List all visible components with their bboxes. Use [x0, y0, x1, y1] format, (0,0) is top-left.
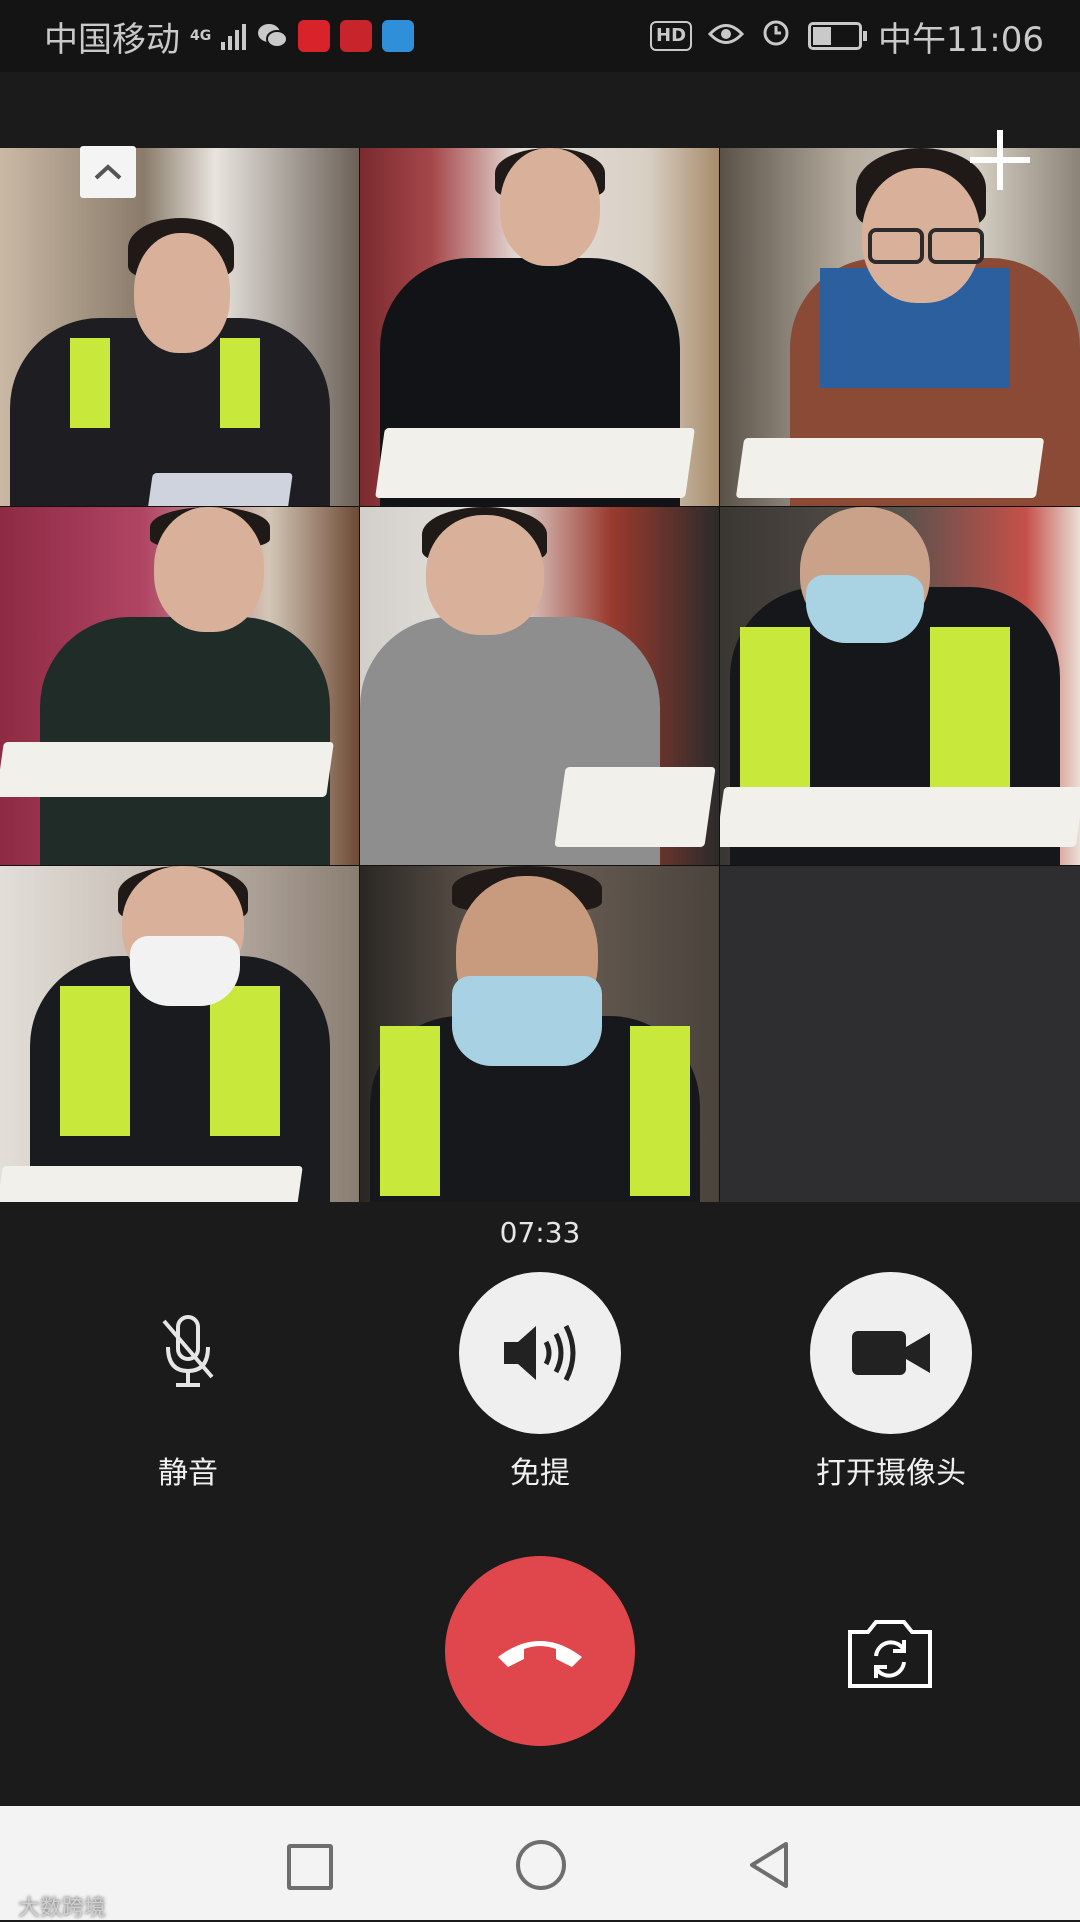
wechat-icon: [256, 20, 289, 52]
study-app-icon: [298, 20, 331, 52]
video-camera-icon: [852, 1331, 930, 1375]
network-type: 4G: [190, 27, 212, 44]
participant-video-6[interactable]: [720, 507, 1080, 865]
status-bar: 中国移动 4G HD 中午11:06: [0, 0, 1080, 72]
flip-camera-button[interactable]: [846, 1616, 934, 1690]
chevron-up-icon: [94, 164, 122, 180]
hangup-button[interactable]: [445, 1556, 635, 1746]
camera-control[interactable]: 打开摄像头: [791, 1272, 991, 1492]
switch-camera-icon: [848, 1620, 932, 1688]
speaker-control[interactable]: 免提: [440, 1272, 640, 1492]
participant-video-4[interactable]: [0, 507, 359, 865]
participant-video-3[interactable]: [720, 148, 1080, 506]
empty-video-slot: [720, 866, 1080, 1202]
add-member-button[interactable]: [968, 128, 1032, 192]
system-nav-bar: 大数跨境: [0, 1806, 1080, 1921]
phone-hangup-icon: [498, 1641, 582, 1667]
alarm-icon: [760, 16, 792, 57]
collapse-button[interactable]: [80, 146, 136, 198]
participant-video-7[interactable]: [0, 866, 359, 1202]
mute-control[interactable]: 静音: [88, 1272, 288, 1492]
news-app-icon: [340, 20, 373, 52]
eye-icon: [707, 16, 745, 56]
signal-icon: [221, 22, 247, 50]
mute-button[interactable]: [107, 1272, 269, 1434]
recent-apps-button[interactable]: [287, 1844, 333, 1890]
speaker-icon: [504, 1324, 576, 1382]
participant-video-5[interactable]: [360, 507, 719, 865]
video-grid: [0, 148, 1080, 1202]
microphone-muted-icon: [162, 1315, 214, 1387]
carrier-name: 中国移动: [44, 19, 180, 60]
participant-video-8[interactable]: [360, 866, 719, 1202]
hd-badge: HD: [650, 21, 693, 51]
participant-video-1[interactable]: [0, 148, 359, 506]
speaker-button[interactable]: [459, 1272, 621, 1434]
camera-label: 打开摄像头: [816, 1456, 966, 1491]
participant-video-2[interactable]: [360, 148, 719, 506]
speaker-label: 免提: [510, 1456, 570, 1491]
wifi-app-icon: [382, 20, 415, 52]
camera-button[interactable]: [810, 1272, 972, 1434]
mute-label: 静音: [158, 1456, 218, 1491]
battery-icon: [808, 22, 868, 50]
status-time: 中午11:06: [878, 19, 1044, 60]
watermark: 大数跨境: [18, 1896, 107, 1921]
home-button[interactable]: [516, 1840, 566, 1890]
call-timer: 07:33: [499, 1216, 581, 1249]
back-button[interactable]: [746, 1840, 790, 1890]
